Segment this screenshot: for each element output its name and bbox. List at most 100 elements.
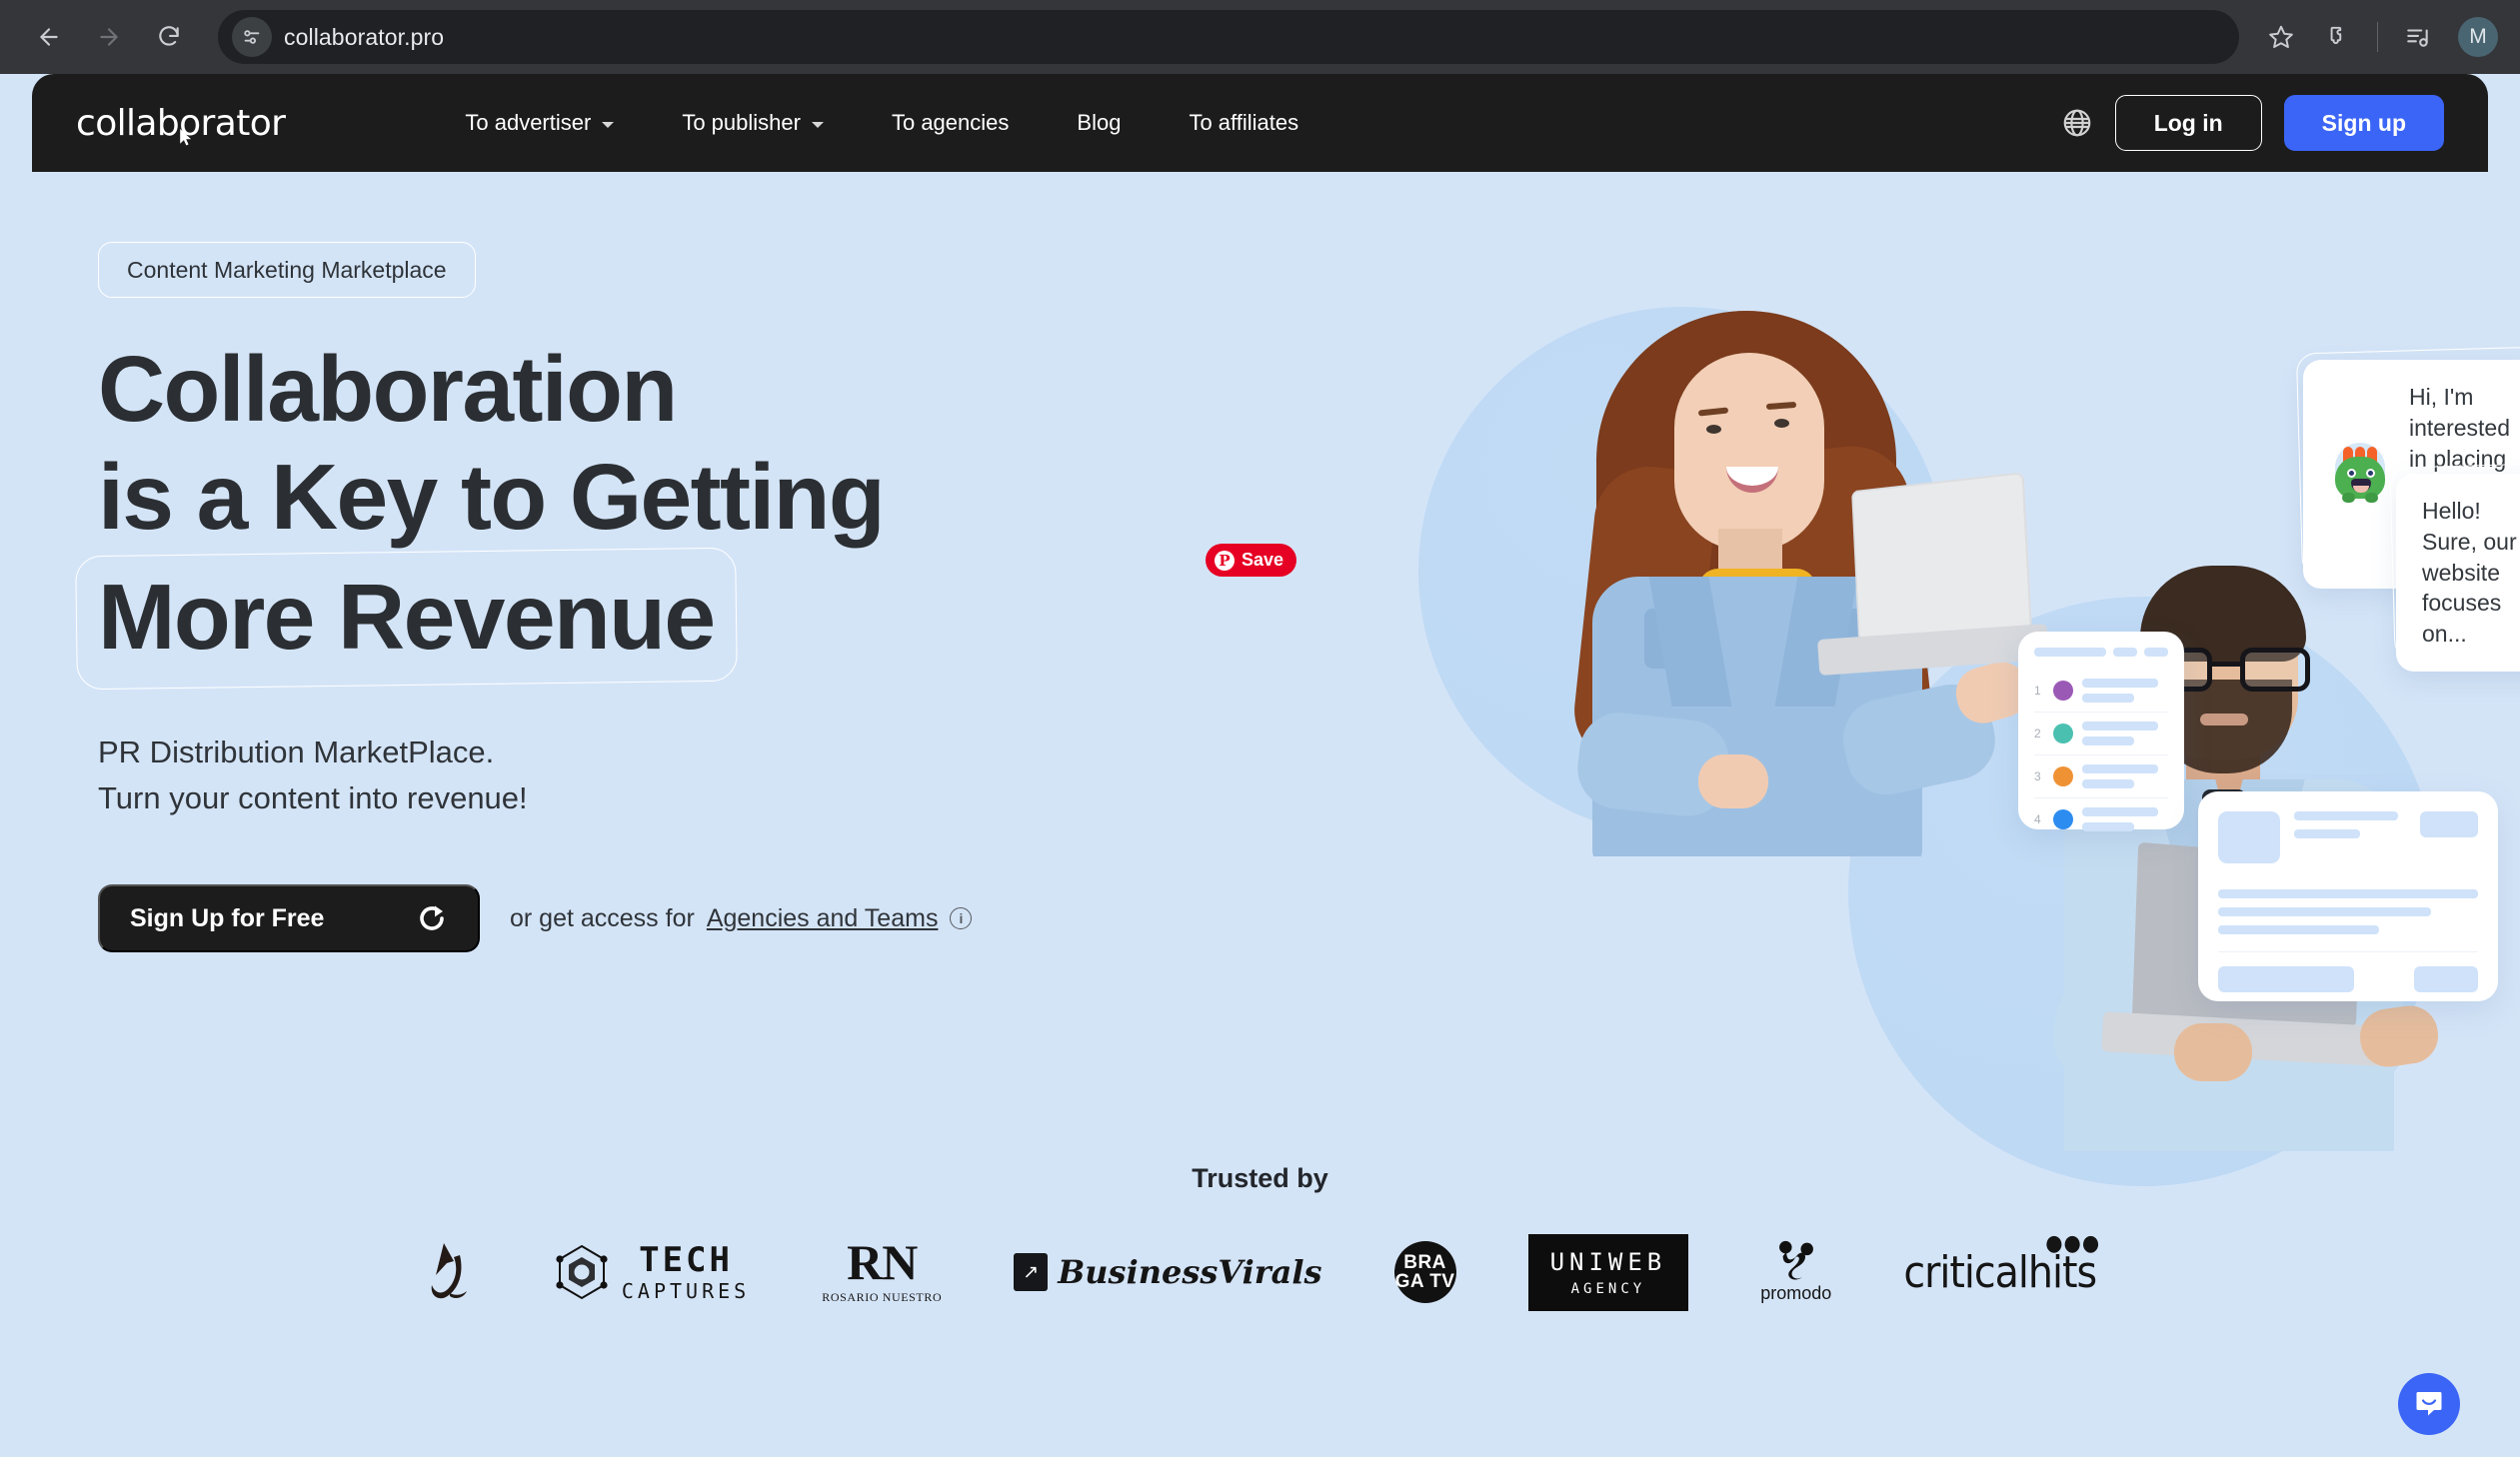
signup-free-button[interactable]: Sign Up for Free	[98, 884, 480, 953]
mock-detail-card	[2198, 791, 2498, 1001]
brand-logo-criticalhits: criticalhits ●●●	[1903, 1231, 2099, 1304]
media-controls-icon[interactable]	[2392, 11, 2444, 63]
hero-badge: Content Marketing Marketplace	[98, 242, 476, 298]
brand-logo-braga-tv: BRA GA TV	[1393, 1240, 1456, 1304]
header-actions: Log in Sign up	[2061, 95, 2444, 151]
hero-section: Content Marketing Marketplace Collaborat…	[32, 172, 2520, 1186]
mock-thumbnail	[2218, 811, 2280, 863]
hero-illustration: 1 2 3 4 Hi, I'm interested in placing He…	[1219, 192, 2520, 1186]
chevron-down-icon	[602, 121, 615, 128]
profile-avatar[interactable]: M	[2458, 17, 2498, 57]
brand-logo-promodo: promodo	[1760, 1240, 1831, 1304]
cursor-pointer-icon	[180, 128, 192, 146]
nav-label: To publisher	[682, 110, 801, 135]
forward-button[interactable]	[82, 10, 136, 64]
avatar-dot	[2053, 766, 2073, 786]
chevron-down-icon	[811, 121, 824, 128]
bookmark-star-icon[interactable]	[2255, 11, 2307, 63]
nav-item-to-advertiser[interactable]: To advertiser	[431, 110, 648, 136]
hex-circuit-icon	[556, 1244, 608, 1300]
signup-free-label: Sign Up for Free	[130, 903, 325, 932]
mock-button	[2420, 811, 2478, 837]
subhead-line-2: Turn your content into revenue!	[98, 779, 528, 815]
brand-logo-uniweb-agency: UNIWEB AGENCY	[1527, 1233, 1689, 1311]
hero-subhead: PR Distribution MarketPlace. Turn your c…	[98, 729, 1198, 821]
site-header: collaborator To advertiser To publisher …	[32, 74, 2488, 172]
nav-item-to-publisher[interactable]: To publisher	[648, 110, 858, 136]
headline-line-1: Collaboration	[98, 337, 678, 441]
abstract-mark-icon	[431, 1243, 467, 1299]
nav-label: To advertiser	[465, 110, 592, 135]
avatar-dot	[2053, 724, 2073, 743]
trend-arrow-icon: ↗	[1014, 1253, 1049, 1291]
pinterest-save-label: Save	[1242, 550, 1284, 570]
nav-label: To affiliates	[1189, 110, 1299, 135]
login-button[interactable]: Log in	[2114, 95, 2262, 151]
mock-list-item: 4	[2034, 798, 2168, 840]
green-monster-avatar	[2329, 443, 2391, 505]
page-title: Collaboration is a Key to Getting More R…	[98, 336, 1198, 686]
brand-text-line1: TECH	[639, 1240, 733, 1280]
brand-text-line1: UNIWEB	[1549, 1247, 1667, 1276]
intercom-chat-launcher[interactable]	[2398, 1373, 2460, 1435]
main-navigation: To advertiser To publisher To agencies B…	[431, 110, 1332, 136]
chat-bubble-icon	[2416, 1392, 2442, 1416]
brand-text: BusinessVirals	[1058, 1253, 1322, 1291]
browser-actions: M	[2255, 11, 2498, 63]
url-text: collaborator.pro	[284, 23, 445, 50]
brand-text-line2: GA TV	[1394, 1271, 1455, 1292]
avatar-dot	[2053, 681, 2073, 701]
pinterest-icon: P	[1215, 550, 1235, 571]
rank-number: 1	[2034, 684, 2041, 698]
reload-button[interactable]	[142, 10, 196, 64]
brand-logo-tech-captures: TECH CAPTURES	[554, 1240, 750, 1304]
brand-text-line2: CAPTURES	[621, 1279, 751, 1303]
info-icon[interactable]: i	[950, 907, 973, 930]
back-button[interactable]	[22, 10, 76, 64]
chat-bubble-publisher: Hello! Sure, our website focuses on...	[2389, 460, 2520, 673]
brand-logo-business-virals: ↗ BusinessVirals	[1014, 1240, 1322, 1304]
globe-icon[interactable]	[2061, 107, 2093, 139]
subhead-line-1: PR Distribution MarketPlace.	[98, 733, 495, 769]
site-logo[interactable]: collaborator	[76, 103, 286, 146]
nav-item-to-affiliates[interactable]: To affiliates	[1155, 110, 1332, 136]
mock-list-item: 3	[2034, 755, 2168, 798]
brand-text-line1: BRA	[1403, 1251, 1446, 1273]
nav-label: Blog	[1077, 110, 1122, 135]
nav-item-blog[interactable]: Blog	[1043, 110, 1155, 136]
cta-note-prefix: or get access for	[510, 903, 695, 932]
headline-line-2: is a Key to Getting	[98, 444, 886, 549]
hero-copy: Content Marketing Marketplace Collaborat…	[98, 242, 1198, 953]
page-content: collaborator To advertiser To publisher …	[32, 74, 2520, 1457]
nav-item-to-agencies[interactable]: To agencies	[858, 110, 1043, 136]
mock-ranking-card: 1 2 3 4	[2018, 632, 2184, 831]
page-viewport: collaborator To advertiser To publisher …	[0, 74, 2520, 1457]
brand-logo-row: TECH CAPTURES RN ROSARIO NUESTRO ↗ Busin…	[32, 1231, 2488, 1311]
address-bar[interactable]: collaborator.pro	[218, 10, 2239, 64]
cta-note: or get access for Agencies and Teams i	[510, 903, 973, 933]
brand-logo-rosario-nuestro: RN ROSARIO NUESTRO	[822, 1238, 942, 1304]
toolbar-divider	[2377, 22, 2378, 52]
extensions-puzzle-icon[interactable]	[2311, 11, 2363, 63]
signup-button[interactable]: Sign up	[2283, 95, 2444, 151]
nav-label: To agencies	[891, 110, 1010, 135]
brand-text: promodo	[1760, 1283, 1832, 1303]
rank-number: 3	[2034, 769, 2041, 783]
brand-logo-mark	[424, 1240, 482, 1304]
refresh-arrow-icon	[420, 905, 444, 931]
trusted-by-section: Trusted by TECH CAPTURES RN ROSARIO NUES…	[32, 1163, 2488, 1311]
rank-number: 4	[2034, 812, 2041, 826]
mock-card-header	[2034, 648, 2168, 657]
site-info-icon[interactable]	[232, 17, 272, 57]
trusted-by-title: Trusted by	[1192, 1163, 1328, 1193]
promodo-mark-icon	[1778, 1240, 1813, 1280]
mock-list-item: 2	[2034, 713, 2168, 755]
chat-bubble-text: Hello! Sure, our website focuses on...	[2422, 498, 2517, 648]
rank-number: 2	[2034, 727, 2041, 740]
pinterest-save-button[interactable]: P Save	[1206, 544, 1297, 577]
avatar-dot	[2053, 809, 2073, 829]
mock-list-item: 1	[2034, 670, 2168, 713]
agencies-and-teams-link[interactable]: Agencies and Teams	[707, 904, 939, 933]
brand-text-line2: AGENCY	[1570, 1280, 1646, 1297]
hero-cta-row: Sign Up for Free or get access for Agenc…	[98, 884, 1198, 953]
